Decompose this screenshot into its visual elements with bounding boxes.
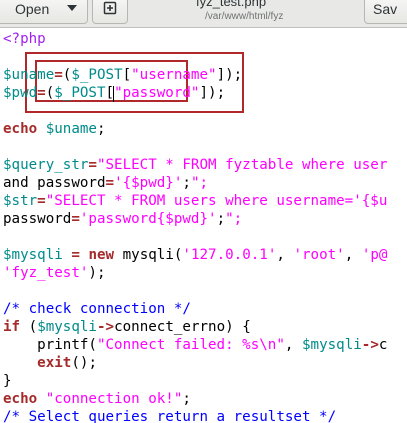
save-button-label: Sav — [373, 1, 398, 17]
window-title: fyz_test.php — [196, 0, 267, 9]
code-line: /* Select queries return a resultset */ — [3, 409, 337, 423]
code-line: $mysqli = new mysqli('127.0.0.1', 'root'… — [3, 247, 388, 263]
code-line: and password='{$pwd}';"; — [3, 175, 209, 191]
code-line: echo $uname; — [3, 121, 106, 137]
code-line: 'fyz_test'); — [3, 265, 106, 281]
save-button[interactable]: Sav — [364, 0, 407, 24]
code-line: if ($mysqli->connect_errno) { — [3, 319, 251, 335]
open-button-label: Open — [15, 1, 50, 17]
header-bar: Open fyz_test.php /var/www/html/fyz Sav — [0, 0, 407, 28]
code-line: $pwd=($_POST["password"]); — [3, 85, 226, 101]
new-tab-button[interactable] — [92, 0, 128, 24]
new-document-icon — [102, 0, 118, 19]
chevron-down-icon — [67, 5, 77, 11]
code-line: $query_str="SELECT * FROM fyztable where… — [3, 157, 388, 173]
window-subtitle: /var/www/html/fyz — [205, 11, 284, 22]
code-line: printf("Connect failed: %s\n", $mysqli->… — [37, 337, 388, 353]
code-line: } — [3, 373, 12, 389]
code-line: exit(); — [37, 355, 97, 371]
code-line: <?php — [3, 31, 46, 47]
open-button[interactable]: Open — [0, 0, 88, 24]
code-line: password='password{$pwd}';"; — [3, 211, 243, 227]
code-line: $uname=($_POST["username"]); — [3, 67, 243, 83]
code-line: echo "connection ok!"; — [3, 391, 191, 407]
code-line: $str="SELECT * FROM users where username… — [3, 193, 388, 209]
code-line: /* check connection */ — [3, 301, 191, 317]
code-editor[interactable]: <?php $uname=($_POST["username"]); $pwd=($… — [0, 28, 407, 423]
